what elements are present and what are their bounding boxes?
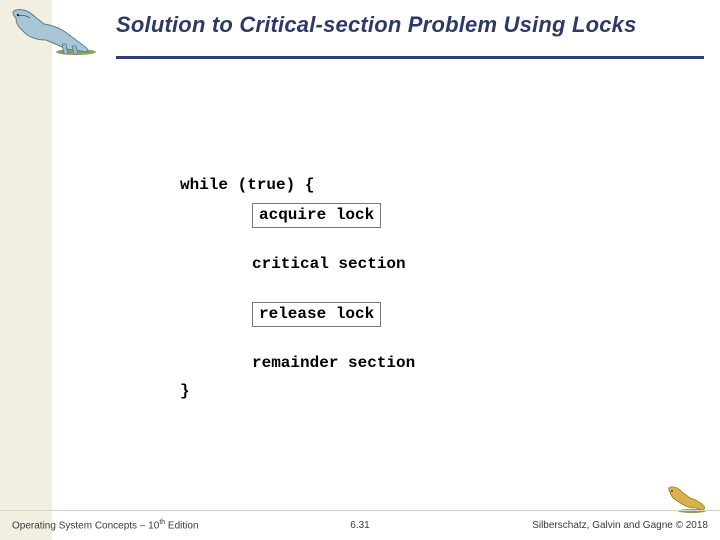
code-critical: critical section [252,254,600,276]
code-remainder: remainder section [252,353,600,375]
code-line-while: while (true) { [180,175,600,197]
title-underline [116,56,704,59]
footer-page-number: 6.31 [0,520,720,531]
header: Solution to Critical-section Problem Usi… [0,0,720,70]
code-content: while (true) { acquire lock critical sec… [180,175,600,403]
code-release-box: release lock [252,302,381,328]
code-line-close: } [180,381,600,403]
dinosaur-logo-icon [6,6,98,56]
left-accent-stripe [0,0,52,540]
slide-title: Solution to Critical-section Problem Usi… [116,12,706,38]
footer: 6.31 Operating System Concepts – 10th Ed… [0,510,720,540]
slide: Solution to Critical-section Problem Usi… [0,0,720,540]
code-acquire-box: acquire lock [252,203,381,229]
